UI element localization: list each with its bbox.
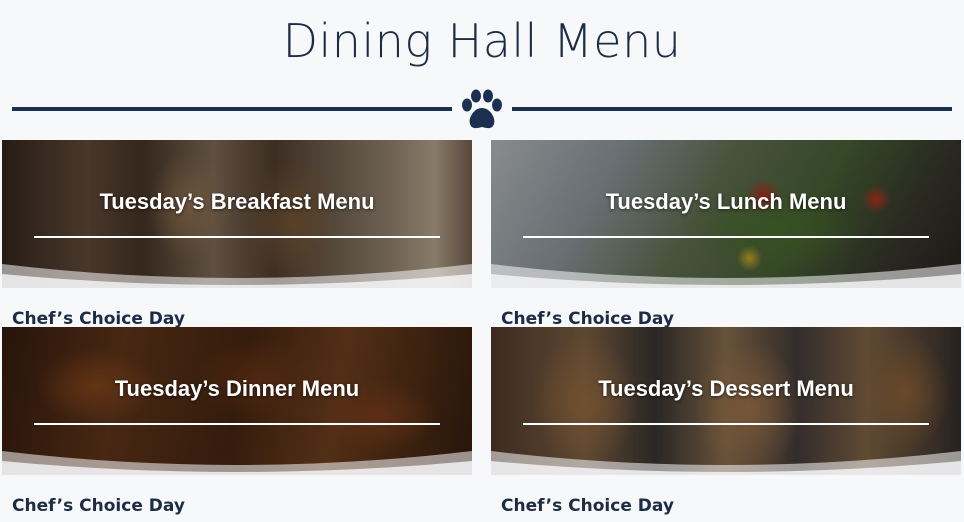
page-title: Dining Hall Menu	[282, 14, 682, 68]
title-underline	[34, 236, 440, 238]
dinner-menu-title[interactable]: Tuesday’s Dinner Menu	[2, 376, 472, 402]
wave-overlay	[491, 264, 961, 288]
dessert-subtitle: Chef’s Choice Day	[501, 496, 674, 516]
breakfast-menu-title[interactable]: Tuesday’s Breakfast Menu	[2, 189, 472, 215]
paw-icon	[462, 89, 502, 129]
breakfast-subtitle: Chef’s Choice Day	[12, 309, 185, 329]
title-underline	[523, 236, 929, 238]
lunch-menu-card[interactable]: Tuesday’s Lunch Menu	[491, 140, 961, 288]
wave-overlay	[491, 451, 961, 475]
dinner-menu-card[interactable]: Tuesday’s Dinner Menu	[2, 327, 472, 475]
divider-line-right	[512, 107, 952, 111]
dessert-menu-card[interactable]: Tuesday’s Dessert Menu	[491, 327, 961, 475]
wave-overlay	[2, 264, 472, 288]
divider-line-left	[12, 107, 452, 111]
dinner-subtitle: Chef’s Choice Day	[12, 496, 185, 516]
lunch-menu-title[interactable]: Tuesday’s Lunch Menu	[491, 189, 961, 215]
title-underline	[523, 423, 929, 425]
title-underline	[34, 423, 440, 425]
breakfast-menu-card[interactable]: Tuesday’s Breakfast Menu	[2, 140, 472, 288]
wave-overlay	[2, 451, 472, 475]
lunch-subtitle: Chef’s Choice Day	[501, 309, 674, 329]
dessert-menu-title[interactable]: Tuesday’s Dessert Menu	[491, 376, 961, 402]
